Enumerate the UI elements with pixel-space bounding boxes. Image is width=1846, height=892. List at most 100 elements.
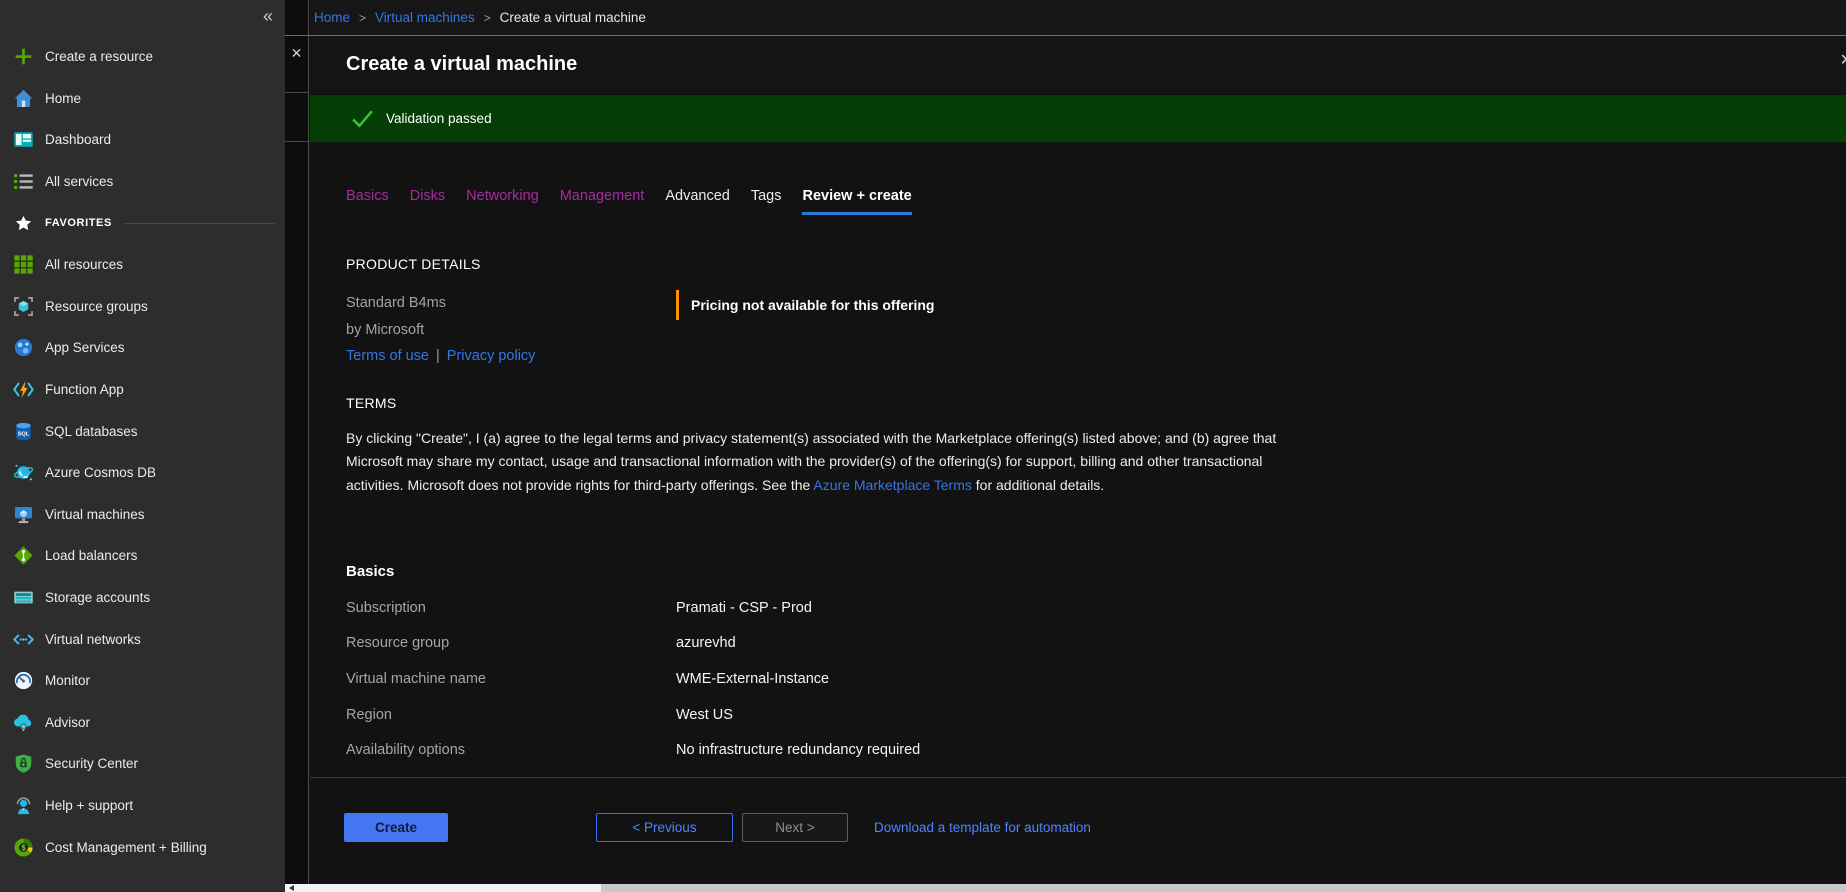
product-name: Standard B4ms (346, 295, 446, 311)
sidebar-item-cost-management-billing[interactable]: $ Cost Management + Billing (0, 826, 285, 868)
terms-paragraph: By clicking "Create", I (a) agree to the… (346, 427, 1296, 497)
sql-database-icon: SQL (13, 421, 34, 442)
basics-heading: Basics (346, 563, 394, 580)
sidebar-item-label: Help + support (45, 798, 133, 813)
sidebar-item-label: Cost Management + Billing (45, 840, 207, 855)
sidebar-item-all-resources[interactable]: All resources (0, 244, 285, 286)
basics-row-label: Region (346, 707, 676, 723)
tab-review-create[interactable]: Review + create (802, 188, 911, 215)
sidebar-nav: Create a resource Home Dashboard All servic… (0, 36, 285, 868)
sidebar-item-app-services[interactable]: App Services (0, 327, 285, 369)
resource-group-icon (13, 296, 34, 317)
next-button-disabled[interactable]: Next > (742, 813, 848, 842)
sidebar-item-monitor[interactable]: Monitor (0, 660, 285, 702)
svg-text:SQL: SQL (18, 431, 30, 437)
svg-text:$: $ (21, 843, 26, 852)
sidebar-item-sql-databases[interactable]: SQL SQL databases (0, 410, 285, 452)
tab-advanced[interactable]: Advanced (665, 188, 730, 215)
load-balancer-icon (13, 545, 34, 566)
breadcrumb-link-virtual-machines[interactable]: Virtual machines (375, 10, 475, 25)
validation-banner-text: Validation passed (386, 95, 492, 142)
breadcrumb-link-home[interactable]: Home (314, 10, 350, 25)
function-app-icon (13, 379, 34, 400)
sidebar-item-storage-accounts[interactable]: Storage accounts (0, 577, 285, 619)
app-services-icon (13, 337, 34, 358)
breadcrumb-current-create-a-virtual-machine: Create a virtual machine (500, 10, 646, 25)
create-button[interactable]: Create (344, 813, 448, 842)
sidebar-item-label: All resources (45, 257, 123, 272)
blade-title-bar: Create a virtual machine ✕ (310, 36, 1846, 93)
virtual-network-icon (13, 629, 34, 650)
basics-row-value: No infrastructure redundancy required (676, 742, 920, 758)
sidebar-item-help-support[interactable]: Help + support (0, 785, 285, 827)
azure-marketplace-terms-link[interactable]: Azure Marketplace Terms (813, 477, 971, 493)
title-top-border (285, 35, 1846, 36)
product-details-heading: PRODUCT DETAILS (346, 256, 481, 272)
sidebar-item-azure-cosmos-db[interactable]: Azure Cosmos DB (0, 452, 285, 494)
tab-disks[interactable]: Disks (410, 188, 445, 215)
help-support-icon (13, 795, 34, 816)
product-links: Terms of use|Privacy policy (346, 348, 535, 364)
advisor-icon (13, 712, 34, 733)
terms-heading: TERMS (346, 395, 397, 411)
home-icon (13, 88, 34, 109)
terms-of-use-link[interactable]: Terms of use (346, 348, 429, 364)
sidebar-item-label: Security Center (45, 756, 138, 771)
create-vm-blade: Home>Virtual machines>Create a virtual m… (310, 0, 1846, 884)
sidebar-item-create-a-resource[interactable]: Create a resource (0, 36, 285, 78)
product-publisher: by Microsoft (346, 322, 424, 338)
sidebar-section-favorites: FAVORITES (0, 202, 285, 244)
download-template-link[interactable]: Download a template for automation (874, 813, 1091, 842)
basics-row-resource-group: Resource groupazurevhd (346, 626, 1806, 662)
sidebar-item-virtual-machines[interactable]: Virtual machines (0, 494, 285, 536)
sidebar-item-label: Dashboard (45, 132, 111, 147)
sidebar-item-label: Create a resource (45, 49, 153, 64)
security-shield-icon (13, 753, 34, 774)
sidebar-item-resource-groups[interactable]: Resource groups (0, 286, 285, 328)
azure-portal: « Create a resource Home Dashboard All serv… (0, 0, 1846, 892)
dashboard-icon (13, 129, 34, 150)
horizontal-scrollbar[interactable] (285, 884, 1846, 892)
checkmark-icon (350, 106, 375, 131)
sidebar-item-label: Storage accounts (45, 590, 150, 605)
sidebar-section-label: FAVORITES (45, 217, 112, 229)
terms-text-before: By clicking "Create", I (a) agree to the… (346, 430, 1276, 493)
sidebar-item-dashboard[interactable]: Dashboard (0, 119, 285, 161)
sidebar-item-virtual-networks[interactable]: Virtual networks (0, 618, 285, 660)
tab-basics[interactable]: Basics (346, 188, 389, 215)
sidebar-item-label: SQL databases (45, 424, 138, 439)
sidebar: « Create a resource Home Dashboard All serv… (0, 0, 285, 892)
sidebar-item-security-center[interactable]: Security Center (0, 743, 285, 785)
sidebar-item-label: App Services (45, 340, 125, 355)
pricing-warning: Pricing not available for this offering (676, 290, 934, 320)
plus-icon (13, 46, 34, 67)
basics-row-value: Pramati - CSP - Prod (676, 600, 812, 616)
sidebar-item-home[interactable]: Home (0, 78, 285, 120)
basics-row-virtual-machine-name: Virtual machine nameWME-External-Instanc… (346, 661, 1806, 697)
sidebar-item-label: Function App (45, 382, 124, 397)
sidebar-item-advisor[interactable]: Advisor (0, 702, 285, 744)
strip-divider (285, 141, 308, 142)
horizontal-scrollbar-thumb[interactable] (285, 884, 601, 892)
close-icon[interactable]: ✕ (285, 45, 308, 62)
sidebar-item-label: Virtual networks (45, 632, 141, 647)
chevron-right-icon: > (350, 11, 375, 25)
tab-tags[interactable]: Tags (751, 188, 782, 215)
basics-row-value: West US (676, 707, 733, 723)
virtual-machine-icon (13, 504, 34, 525)
close-icon[interactable]: ✕ (1840, 50, 1846, 70)
sidebar-item-label: Azure Cosmos DB (45, 465, 156, 480)
grid-icon (13, 254, 34, 275)
tab-management[interactable]: Management (560, 188, 645, 215)
sidebar-item-all-services[interactable]: All services (0, 161, 285, 203)
terms-text-after: for additional details. (972, 477, 1104, 493)
chevron-double-left-icon[interactable]: « (263, 4, 273, 28)
sidebar-item-function-app[interactable]: Function App (0, 369, 285, 411)
privacy-policy-link[interactable]: Privacy policy (447, 348, 536, 364)
tab-networking[interactable]: Networking (466, 188, 539, 215)
cost-billing-icon: $ (13, 837, 34, 858)
sidebar-item-label: Load balancers (45, 548, 137, 563)
sidebar-item-load-balancers[interactable]: Load balancers (0, 535, 285, 577)
previous-button[interactable]: < Previous (596, 813, 733, 842)
sidebar-item-label: Resource groups (45, 299, 148, 314)
